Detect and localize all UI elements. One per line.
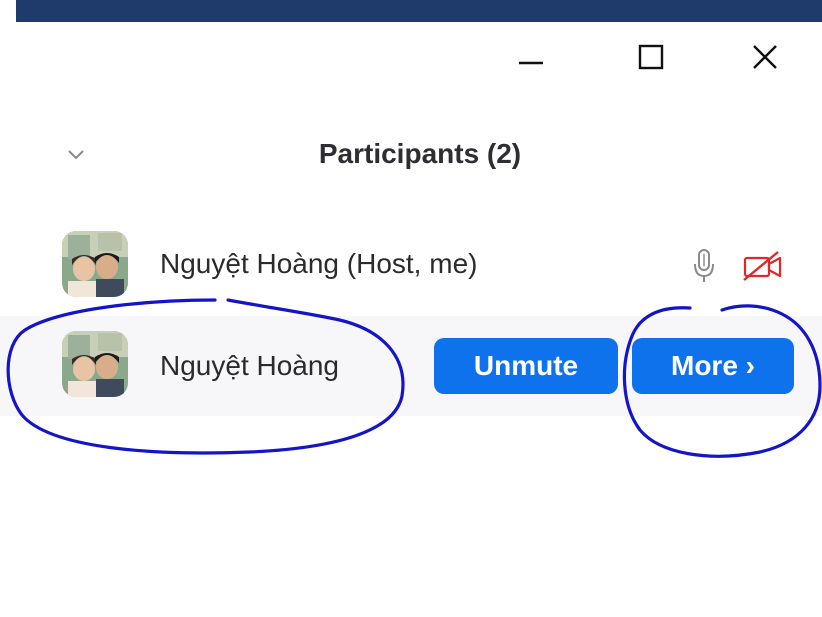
panel-title: Participants (2) [318, 138, 522, 169]
chevron-down-icon [68, 150, 84, 160]
close-icon [753, 45, 777, 69]
participant-photo [62, 231, 128, 297]
more-button[interactable]: More › [632, 338, 794, 394]
video-toggle[interactable] [738, 246, 788, 286]
mute-toggle[interactable] [686, 246, 722, 286]
avatar [62, 231, 128, 297]
maximize-icon [638, 44, 664, 70]
participant-row[interactable]: Nguyệt Hoàng Unmute More › [0, 316, 822, 416]
participants-window: Participants (2) Nguyệt Hoàng (Host, me) [0, 0, 822, 617]
minimize-icon [519, 61, 543, 65]
participant-name: Nguyệt Hoàng (Host, me) [160, 248, 478, 279]
collapse-panel-button[interactable] [58, 140, 94, 170]
unmute-button[interactable]: Unmute [434, 338, 618, 394]
participant-row-host[interactable]: Nguyệt Hoàng (Host, me) [0, 216, 822, 316]
maximize-button[interactable] [628, 36, 674, 78]
close-button[interactable] [742, 36, 788, 78]
window-title-bar [16, 0, 822, 22]
microphone-icon [694, 249, 714, 282]
participant-photo [62, 331, 128, 397]
minimize-button[interactable] [508, 36, 554, 78]
video-off-icon [743, 251, 782, 281]
avatar [62, 331, 128, 397]
participant-name: Nguyệt Hoàng [160, 350, 340, 381]
